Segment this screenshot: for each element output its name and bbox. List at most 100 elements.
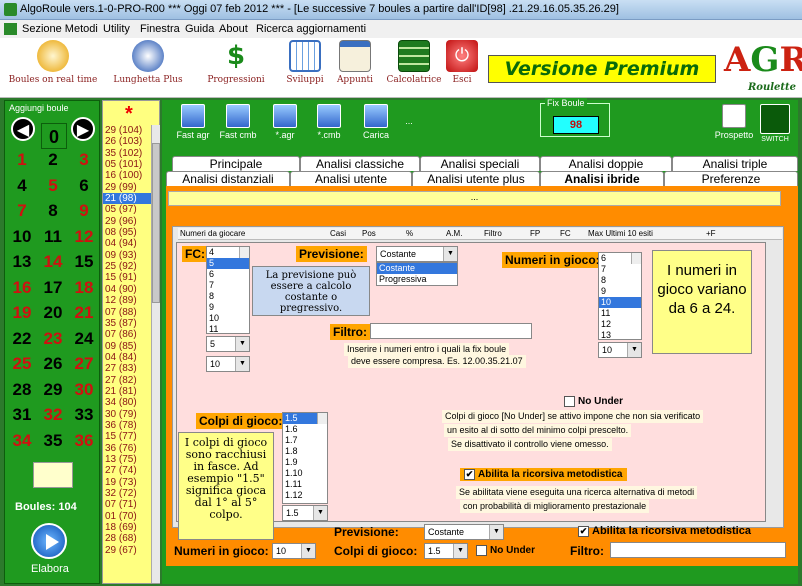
history-item[interactable]: 27 (83) (103, 363, 151, 374)
appunti-button[interactable]: Appunti (334, 40, 376, 85)
bottom-colpi-combo[interactable]: 1.5 (424, 543, 468, 559)
number-2-button[interactable]: 2 (38, 149, 68, 171)
sviluppi-button[interactable]: Sviluppi (282, 40, 328, 85)
history-item[interactable]: 25 (92) (103, 261, 151, 272)
number-11-button[interactable]: 11 (38, 226, 68, 248)
history-item[interactable]: 27 (74) (103, 465, 151, 476)
list-item[interactable]: 12 (599, 319, 641, 330)
number-36-button[interactable]: 36 (69, 430, 99, 452)
history-item[interactable]: 05 (101) (103, 159, 151, 170)
list-item[interactable]: 7 (207, 280, 249, 291)
history-item[interactable]: 13 (75) (103, 454, 151, 465)
fc-combo-2[interactable]: 10 (206, 356, 250, 372)
list-item[interactable]: 7 (599, 264, 641, 275)
filtro-input[interactable] (370, 323, 532, 339)
tab-analisi-classiche[interactable]: Analisi classiche (300, 156, 420, 171)
ricorsiva-checkbox[interactable]: ✔ Abilita la ricorsiva metodistica (460, 468, 627, 482)
history-item[interactable]: 07 (86) (103, 329, 151, 340)
tab-principale[interactable]: Principale (172, 156, 300, 171)
col-fp[interactable]: FP (530, 229, 540, 238)
history-item[interactable]: 29 (67) (103, 545, 151, 556)
option-costante[interactable]: Costante (377, 263, 457, 274)
tab-analisi-doppie[interactable]: Analisi doppie (540, 156, 672, 171)
boules-real-time-button[interactable]: Boules on real time (6, 40, 100, 85)
number-21-button[interactable]: 21 (69, 302, 99, 324)
history-item[interactable]: 32 (72) (103, 488, 151, 499)
bottom-filtro-input[interactable] (610, 542, 786, 558)
list-item[interactable]: 1.8 (283, 446, 327, 457)
colpi-listbox[interactable]: 1.5 1.6 1.7 1.8 1.9 1.10 1.11 1.12 (282, 412, 328, 504)
number-3-button[interactable]: 3 (69, 149, 99, 171)
number-29-button[interactable]: 29 (38, 379, 68, 401)
history-item[interactable]: 18 (69) (103, 522, 151, 533)
open-agr-button[interactable]: *.agr (270, 104, 300, 140)
history-item[interactable]: 21 (81) (103, 386, 151, 397)
col-am[interactable]: A.M. (446, 229, 462, 238)
number-35-button[interactable]: 35 (38, 430, 68, 452)
number-14-button[interactable]: 14 (38, 251, 68, 273)
history-item[interactable]: 34 (80) (103, 397, 151, 408)
history-item[interactable]: 19 (73) (103, 477, 151, 488)
menu-ricerca-aggiornamenti[interactable]: Ricerca aggiornamenti (256, 23, 366, 35)
col-plus-f[interactable]: +F (706, 229, 716, 238)
history-item[interactable]: 04 (90) (103, 284, 151, 295)
history-list[interactable]: 29 (104) 26 (103) 35 (102) 05 (101) 16 (100)… (103, 125, 151, 585)
history-scrollbar[interactable] (151, 125, 160, 583)
number-30-button[interactable]: 30 (69, 379, 99, 401)
number-9-button[interactable]: 9 (69, 200, 99, 222)
colpi-combo[interactable]: 1.5 (282, 505, 328, 521)
list-scrollbar[interactable] (631, 253, 641, 264)
col-casi[interactable]: Casi (330, 229, 346, 238)
number-20-button[interactable]: 20 (38, 302, 68, 324)
list-item[interactable]: 1.10 (283, 468, 327, 479)
bottom-previsione-combo[interactable]: Costante (424, 524, 504, 540)
history-item[interactable]: 29 (96) (103, 216, 151, 227)
history-item[interactable]: 15 (77) (103, 431, 151, 442)
history-item[interactable]: 27 (82) (103, 375, 151, 386)
list-item[interactable]: 9 (599, 286, 641, 297)
tab-preferenze[interactable]: Preferenze (664, 171, 798, 186)
number-22-button[interactable]: 22 (7, 328, 37, 350)
history-item[interactable]: 08 (95) (103, 227, 151, 238)
list-item[interactable]: 5 (207, 258, 249, 269)
history-item[interactable]: 07 (71) (103, 499, 151, 510)
history-item[interactable]: 04 (94) (103, 238, 151, 249)
col-percent[interactable]: % (406, 229, 413, 238)
number-31-button[interactable]: 31 (7, 404, 37, 426)
number-19-button[interactable]: 19 (7, 302, 37, 324)
number-32-button[interactable]: 32 (38, 404, 68, 426)
list-item[interactable]: 10 (207, 313, 249, 324)
tab-analisi-ibride[interactable]: Analisi ibride (540, 171, 664, 186)
bottom-no-under-checkbox[interactable]: No Under (476, 545, 535, 556)
number-33-button[interactable]: 33 (69, 404, 99, 426)
menu-utility[interactable]: Utility (103, 23, 130, 35)
list-item[interactable]: 8 (599, 275, 641, 286)
number-24-button[interactable]: 24 (69, 328, 99, 350)
play-icon[interactable] (31, 523, 67, 559)
menu-sezione-metodi[interactable]: Sezione Metodi (22, 23, 98, 35)
list-item[interactable]: 1.6 (283, 424, 327, 435)
history-item[interactable]: 30 (79) (103, 409, 151, 420)
list-item[interactable]: 6 (207, 269, 249, 280)
fast-cmb-button[interactable]: Fast cmb (218, 104, 258, 140)
number-5-button[interactable]: 5 (38, 175, 68, 197)
history-item[interactable]: 15 (91) (103, 272, 151, 283)
tab-analisi-speciali[interactable]: Analisi speciali (420, 156, 540, 171)
numeri-combo[interactable]: 10 (598, 342, 642, 358)
list-item[interactable]: 11 (207, 324, 249, 333)
history-item[interactable]: 28 (68) (103, 533, 151, 544)
tab-analisi-triple[interactable]: Analisi triple (672, 156, 798, 171)
menu-about[interactable]: About (219, 23, 248, 35)
number-13-button[interactable]: 13 (7, 251, 37, 273)
history-item[interactable]: 09 (93) (103, 250, 151, 261)
number-0-button[interactable]: 0 (41, 123, 67, 149)
list-scrollbar[interactable] (317, 413, 327, 424)
number-8-button[interactable]: 8 (38, 200, 68, 222)
lunghetta-plus-button[interactable]: Lunghetta Plus (108, 40, 188, 85)
esci-button[interactable]: ⏻ Esci (446, 40, 478, 85)
option-progressiva[interactable]: Progressiva (377, 274, 457, 285)
number-16-button[interactable]: 16 (7, 277, 37, 299)
col-max-ultimi[interactable]: Max Ultimi 10 esiti (588, 229, 653, 238)
prev-arrow-icon[interactable]: ◀ (11, 117, 35, 141)
list-item[interactable]: 1.7 (283, 435, 327, 446)
